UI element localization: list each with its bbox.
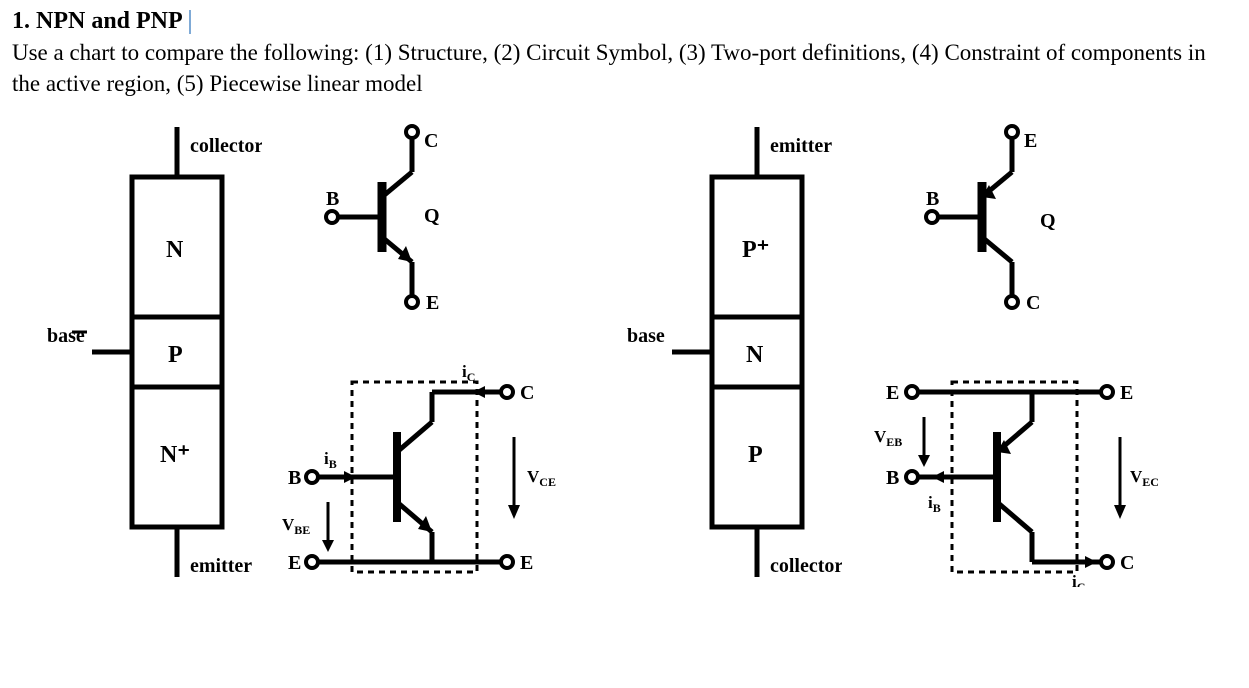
- pnp-twoport-Eright: E: [1120, 382, 1133, 404]
- npn-symbol-Q: Q: [424, 205, 440, 227]
- pnp-twoport: VEB iB iC VEC E B E C: [874, 382, 1159, 587]
- diagram-area: collector emitter base N P N⁺: [12, 117, 1237, 587]
- pnp-symbol-Q: Q: [1040, 210, 1056, 232]
- pnp-collector-label: collector: [770, 555, 842, 577]
- npn-twoport-B: B: [288, 467, 301, 489]
- npn-emitter-label: emitter: [190, 555, 252, 577]
- npn-symbol-E: E: [426, 292, 439, 314]
- section-title: 1. NPN and PNP: [12, 8, 1237, 35]
- pnp-symbol-B: B: [926, 188, 939, 210]
- pnp-iC-label: iC: [1072, 572, 1085, 587]
- pnp-twoport-C: C: [1120, 552, 1134, 574]
- npn-twoport-Eright: E: [520, 552, 533, 574]
- npn-layer1: N: [166, 237, 184, 263]
- title-text: 1. NPN and PNP: [12, 8, 183, 34]
- npn-layer3: N⁺: [160, 442, 190, 468]
- pnp-emitter-label: emitter: [770, 135, 832, 157]
- npn-twoport-Eleft: E: [288, 552, 301, 574]
- pnp-twoport-Eleft: E: [886, 382, 899, 404]
- pnp-symbol-E: E: [1024, 130, 1037, 152]
- npn-collector-label: collector: [190, 135, 262, 157]
- pnp-vEC-label: VEC: [1130, 467, 1159, 489]
- npn-base-label: base: [47, 325, 85, 347]
- pnp-twoport-B: B: [886, 467, 899, 489]
- pnp-layer1: P⁺: [742, 237, 769, 263]
- pnp-base-label: base: [627, 325, 665, 347]
- pnp-symbol-twoport: E B C Q: [862, 117, 1172, 587]
- npn-iB-label: iB: [324, 449, 337, 471]
- pnp-symbol: E B C Q: [926, 126, 1056, 314]
- npn-symbol-C: C: [424, 130, 438, 152]
- npn-vBE-label: VBE: [282, 515, 310, 537]
- npn-layer2: P: [168, 342, 183, 368]
- npn-symbol-B: B: [326, 188, 339, 210]
- pnp-structure-diagram: emitter collector base P⁺ N P: [622, 117, 842, 587]
- pnp-layer3: P: [748, 442, 763, 468]
- text-cursor: [189, 10, 191, 34]
- npn-symbol: C B E Q: [326, 126, 440, 314]
- npn-symbol-twoport: C B E Q: [282, 117, 582, 587]
- npn-iC-label: iC: [462, 362, 475, 384]
- npn-group: collector emitter base N P N⁺: [42, 117, 582, 587]
- pnp-iB-label: iB: [928, 493, 941, 515]
- pnp-vEB-label: VEB: [874, 427, 902, 449]
- npn-twoport: iB iC VBE VCE B E C E: [282, 362, 556, 574]
- npn-twoport-C: C: [520, 382, 534, 404]
- pnp-layer2: N: [746, 342, 764, 368]
- pnp-group: emitter collector base P⁺ N P: [622, 117, 1172, 587]
- npn-structure-diagram: collector emitter base N P N⁺: [42, 117, 262, 587]
- pnp-symbol-C: C: [1026, 292, 1040, 314]
- npn-vCE-label: VCE: [527, 467, 556, 489]
- instructions-text: Use a chart to compare the following: (1…: [12, 37, 1237, 99]
